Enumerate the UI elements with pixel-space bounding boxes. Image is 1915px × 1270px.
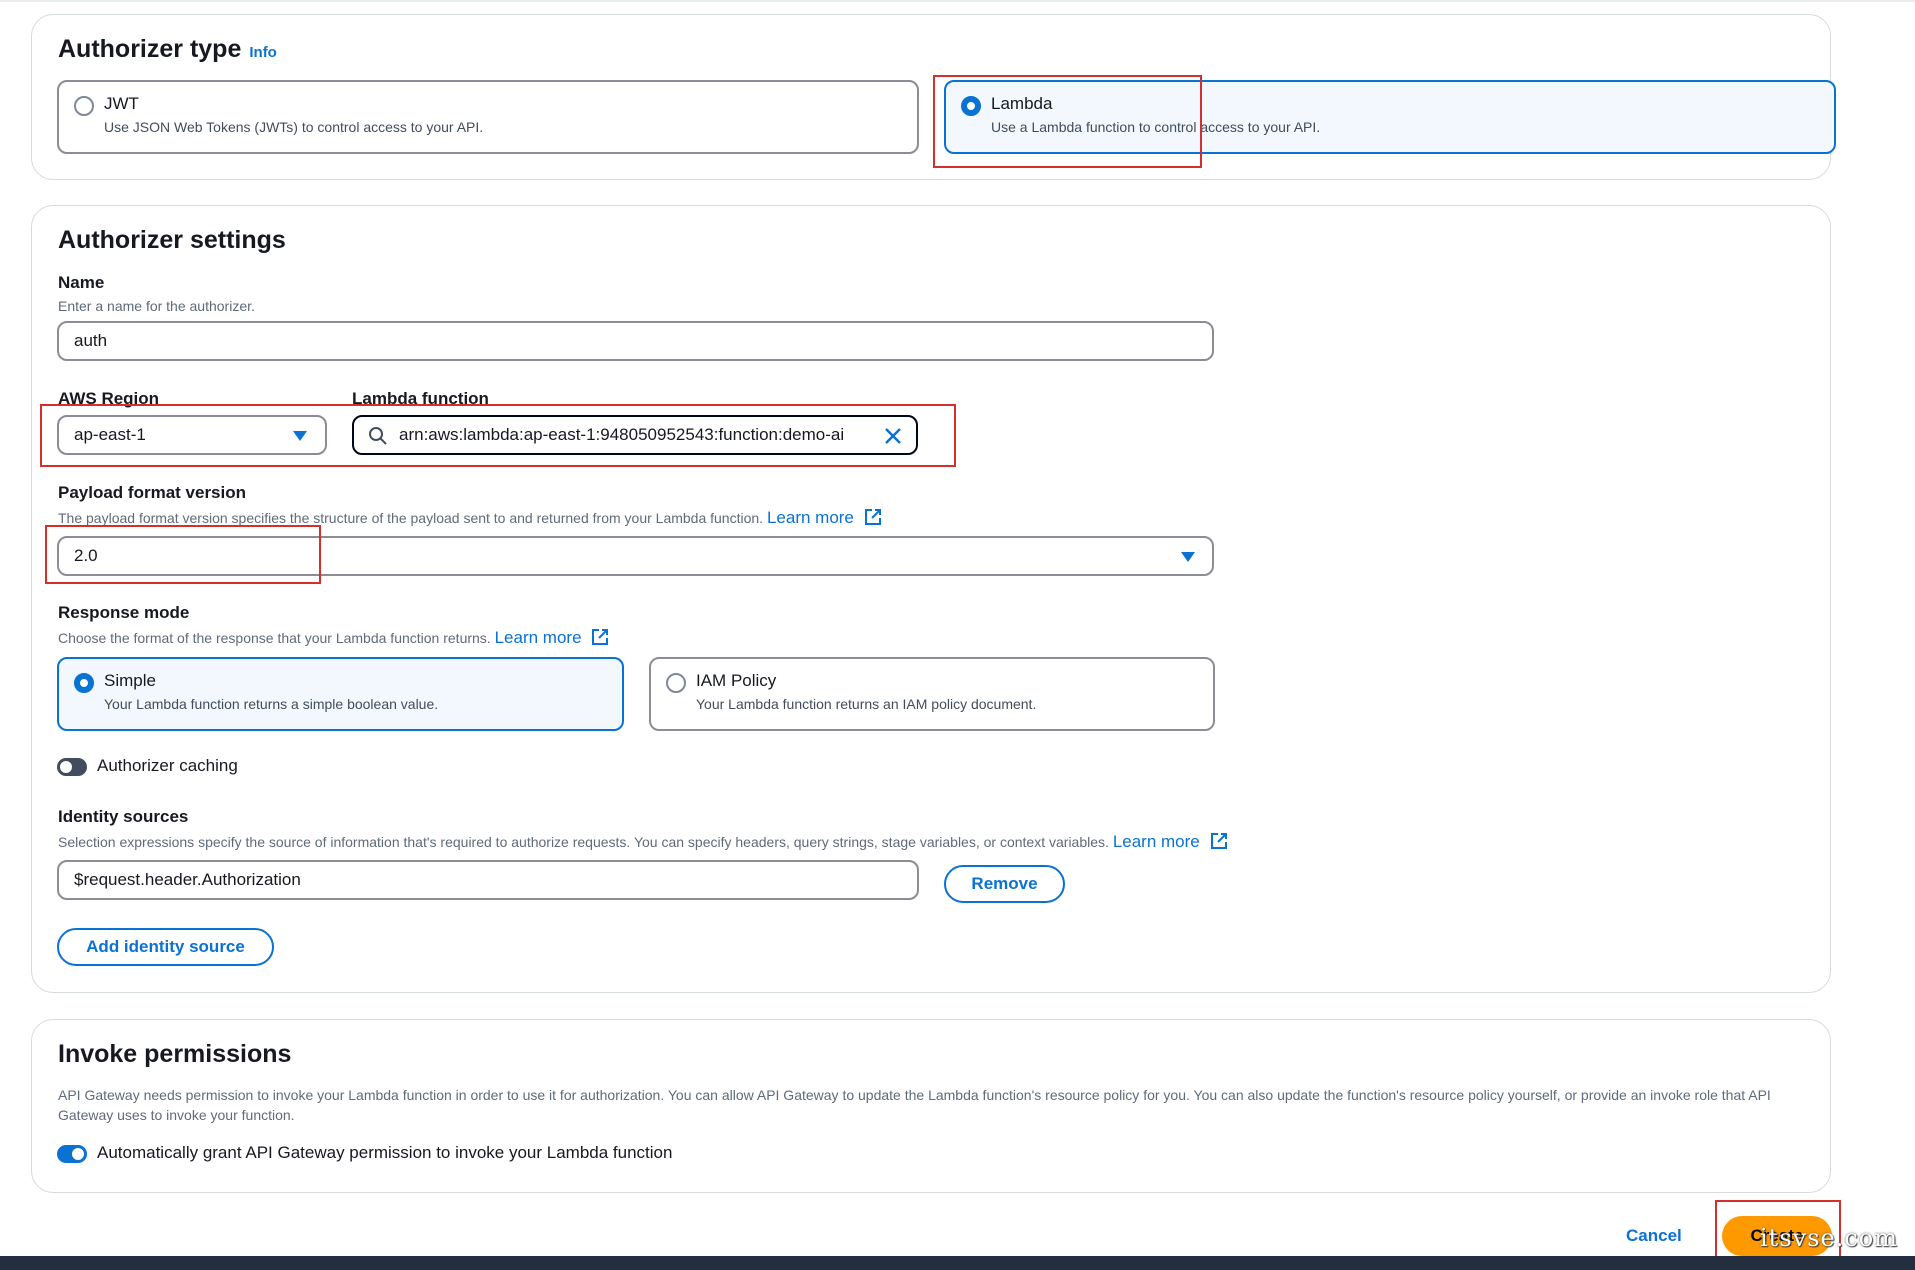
cancel-button[interactable]: Cancel xyxy=(1626,1226,1682,1246)
authorizer-type-panel: Authorizer type Info JWT Use JSON Web Tok… xyxy=(31,14,1836,180)
highlight-payload-version xyxy=(45,525,321,584)
payload-label: Payload format version xyxy=(58,483,247,502)
simple-description: Your Lambda function returns a simple bo… xyxy=(104,696,439,712)
simple-radio[interactable] xyxy=(74,673,94,693)
response-mode-iam-policy[interactable]: IAM Policy Your Lambda function returns … xyxy=(649,657,1215,731)
response-mode-label: Response mode xyxy=(58,603,190,622)
external-link-icon xyxy=(592,629,609,645)
highlight-lambda-option xyxy=(933,75,1202,168)
name-description: Enter a name for the authorizer. xyxy=(58,298,255,314)
auto-grant-label: Automatically grant API Gateway permissi… xyxy=(97,1143,673,1162)
toggle-knob xyxy=(72,1148,84,1160)
payload-learn-more-link[interactable]: Learn more xyxy=(767,508,854,527)
response-mode-description: Choose the format of the response that y… xyxy=(58,628,609,648)
remove-button[interactable]: Remove xyxy=(944,865,1065,903)
auto-grant-toggle[interactable] xyxy=(57,1145,87,1163)
iam-policy-title: IAM Policy xyxy=(696,671,777,690)
jwt-description: Use JSON Web Tokens (JWTs) to control ac… xyxy=(104,119,484,135)
identity-learn-more-link[interactable]: Learn more xyxy=(1113,832,1200,851)
identity-sources-label: Identity sources xyxy=(58,807,189,826)
iam-policy-radio[interactable] xyxy=(666,673,686,693)
add-identity-source-button[interactable]: Add identity source xyxy=(57,928,274,966)
jwt-radio[interactable] xyxy=(74,96,94,116)
name-label: Name xyxy=(58,273,105,292)
identity-source-input[interactable]: $request.header.Authorization xyxy=(57,860,919,900)
authorizer-type-jwt[interactable]: JWT Use JSON Web Tokens (JWTs) to contro… xyxy=(57,80,919,154)
simple-title: Simple xyxy=(104,671,156,690)
invoke-permissions-panel: Invoke permissions API Gateway needs per… xyxy=(31,1019,1831,1193)
authorizer-type-title: Authorizer type Info xyxy=(58,35,277,63)
iam-policy-description: Your Lambda function returns an IAM poli… xyxy=(696,696,1037,712)
name-input[interactable]: auth xyxy=(57,321,1214,361)
authorizer-caching-label: Authorizer caching xyxy=(97,756,238,775)
authorizer-settings-panel: Authorizer settings Name Enter a name fo… xyxy=(31,205,1831,993)
toggle-knob xyxy=(60,761,72,773)
response-learn-more-link[interactable]: Learn more xyxy=(495,628,582,647)
invoke-permissions-title: Invoke permissions xyxy=(58,1040,292,1068)
watermark: itsvse.com xyxy=(1760,1224,1898,1252)
response-mode-simple[interactable]: Simple Your Lambda function returns a si… xyxy=(57,657,624,731)
invoke-permissions-description: API Gateway needs permission to invoke y… xyxy=(58,1087,1771,1123)
authorizer-settings-title: Authorizer settings xyxy=(58,226,286,254)
bottom-bar xyxy=(0,1256,1915,1270)
payload-chevron-down-icon xyxy=(1181,552,1195,562)
info-link[interactable]: Info xyxy=(249,44,277,61)
highlight-region-lambda xyxy=(40,404,956,467)
identity-sources-description: Selection expressions specify the source… xyxy=(58,832,1228,852)
external-link-icon xyxy=(1210,833,1227,849)
top-divider xyxy=(0,0,1915,2)
jwt-title: JWT xyxy=(104,94,139,113)
authorizer-caching-toggle[interactable] xyxy=(57,758,87,776)
external-link-icon xyxy=(864,509,881,525)
